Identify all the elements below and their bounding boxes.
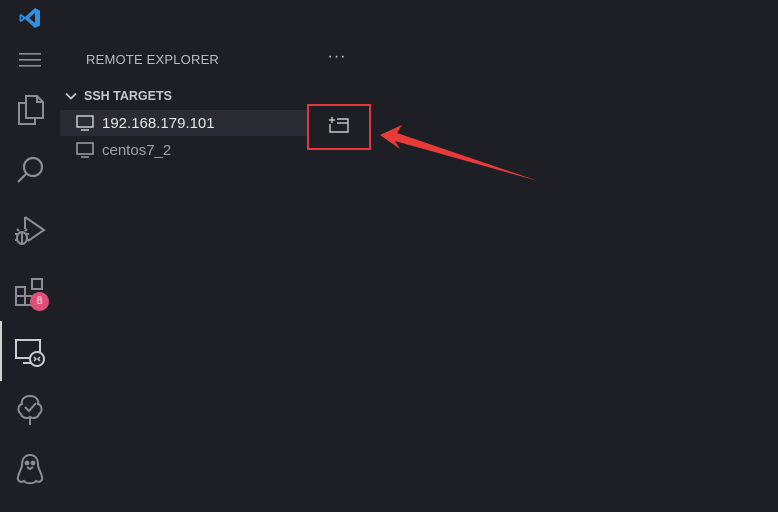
remote-explorer-panel: REMOTE EXPLORER ··· SSH TARGETS 192.168.… — [60, 0, 360, 512]
new-window-icon — [328, 116, 350, 139]
vscode-logo-icon — [10, 0, 50, 36]
explorer-icon[interactable] — [10, 90, 50, 130]
chevron-down-icon — [64, 92, 78, 100]
panel-title: REMOTE EXPLORER — [86, 52, 220, 67]
ssh-target-label: centos7_2 — [102, 141, 172, 159]
monitor-icon — [76, 114, 94, 132]
ssh-target-label: 192.168.179.101 — [102, 114, 215, 132]
tree-check-icon[interactable] — [10, 390, 50, 430]
menu-icon[interactable] — [10, 40, 50, 80]
extensions-badge: 8 — [30, 292, 49, 311]
annotation-arrow — [380, 125, 538, 181]
more-actions-button[interactable]: ··· — [324, 48, 350, 70]
ssh-target-row[interactable]: 192.168.179.101 — [60, 110, 308, 136]
penguin-icon[interactable] — [10, 450, 50, 490]
activity-bar: 8 — [0, 0, 60, 512]
monitor-icon — [76, 141, 94, 159]
remote-explorer-icon[interactable] — [10, 332, 50, 372]
section-header-ssh-targets[interactable]: SSH TARGETS — [64, 87, 172, 105]
run-debug-icon[interactable] — [10, 210, 50, 250]
section-label: SSH TARGETS — [84, 89, 172, 103]
active-indicator — [0, 321, 2, 381]
connect-in-new-window-button[interactable] — [307, 104, 371, 150]
search-icon[interactable] — [10, 150, 50, 190]
